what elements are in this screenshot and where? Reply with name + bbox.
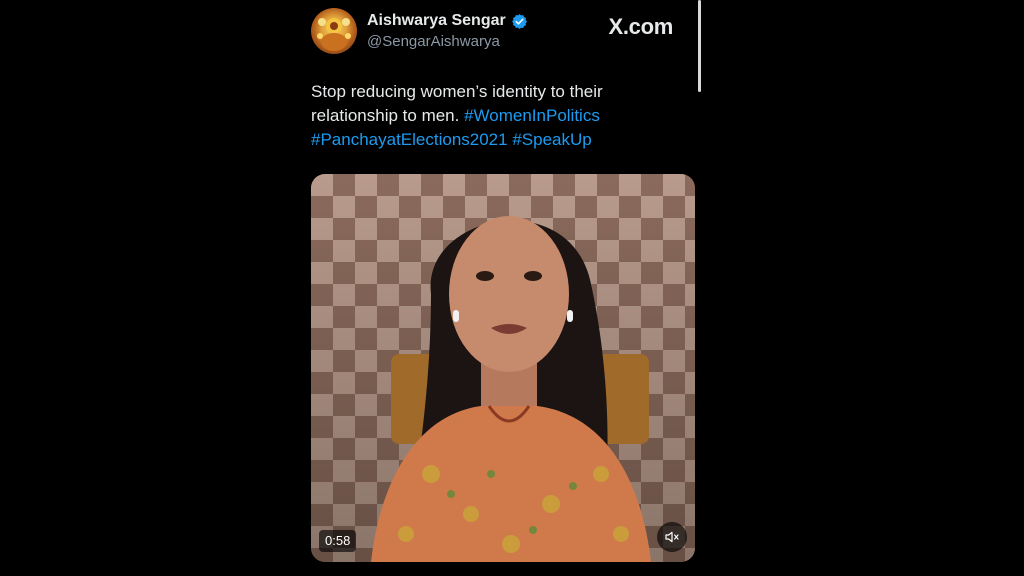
author-avatar[interactable] [311,8,357,54]
video-frame [311,174,695,562]
author-display-name[interactable]: Aishwarya Sengar [367,11,506,31]
avatar-image [317,18,351,51]
hashtag-link[interactable]: #WomenInPolitics [464,106,600,125]
hashtag-link[interactable]: #SpeakUp [512,130,591,149]
mute-button[interactable] [657,522,687,552]
display-name-row: Aishwarya Sengar [367,11,528,31]
author-names: Aishwarya Sengar @SengarAishwarya [367,11,528,52]
speaker-muted-icon [665,531,679,543]
scrollbar[interactable] [698,0,701,92]
screen: Aishwarya Sengar @SengarAishwarya X.com … [0,0,1024,576]
x-logo: X.com [608,14,673,39]
tweet-text: Stop reducing women’s identity to their … [311,80,681,152]
author-handle[interactable]: @SengarAishwarya [367,32,528,52]
video-player[interactable]: 0:58 [311,174,695,562]
tweet-header: Aishwarya Sengar @SengarAishwarya X.com [311,8,693,58]
verified-badge-icon [511,13,527,29]
tweet-card[interactable]: Aishwarya Sengar @SengarAishwarya X.com … [297,0,707,576]
video-duration: 0:58 [319,530,357,552]
hashtag-link[interactable]: #PanchayatElections2021 [311,130,508,149]
